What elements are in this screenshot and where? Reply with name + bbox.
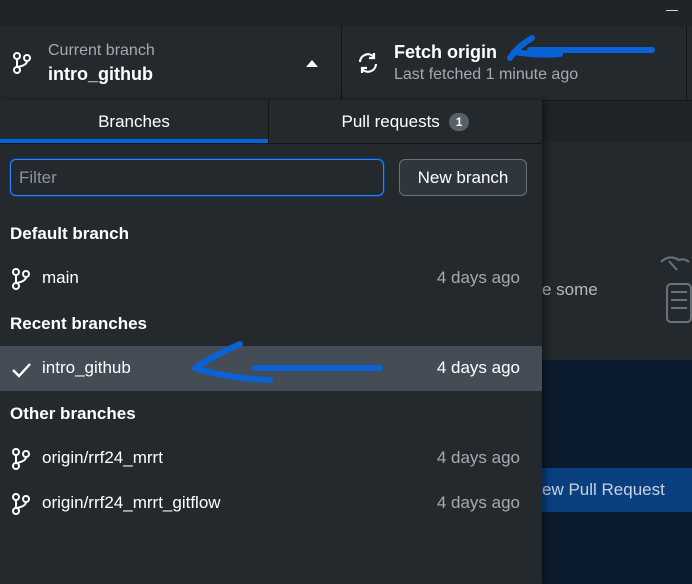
branch-time: 4 days ago xyxy=(436,448,520,467)
tab-branches-label: Branches xyxy=(98,111,170,131)
title-bar xyxy=(0,0,692,26)
toolbar-overflow xyxy=(686,26,692,100)
current-branch-label: Current branch xyxy=(48,42,155,59)
branch-icon xyxy=(12,268,30,290)
branch-icon xyxy=(13,52,31,74)
current-branch-name: intro_github xyxy=(48,64,153,84)
fetch-origin-title: Fetch origin xyxy=(394,42,497,62)
branch-row-main[interactable]: main 4 days ago xyxy=(0,256,542,301)
tab-pull-requests[interactable]: Pull requests 1 xyxy=(269,100,542,143)
pull-request-count-badge: 1 xyxy=(448,112,470,131)
new-branch-button[interactable]: New branch xyxy=(399,159,527,196)
branch-name: intro_github xyxy=(42,358,131,377)
annotation-arrow-icon xyxy=(192,341,383,383)
tab-bar: Branches Pull requests 1 xyxy=(0,100,542,144)
caret-up-icon xyxy=(306,60,318,67)
branch-icon xyxy=(12,493,30,515)
repository-tab-bar xyxy=(542,100,692,143)
tab-pull-requests-label: Pull requests xyxy=(341,111,440,131)
view-pull-request-label: ew Pull Request xyxy=(542,480,665,499)
filter-input[interactable] xyxy=(10,159,384,196)
minimize-icon[interactable] xyxy=(664,2,680,18)
branch-name: main xyxy=(42,268,79,287)
branch-time: 4 days ago xyxy=(436,493,520,512)
sync-icon xyxy=(358,53,378,73)
branch-name: origin/rrf24_mrrt_gitflow xyxy=(42,493,221,512)
current-branch-button[interactable]: Current branch intro_github xyxy=(0,26,340,100)
branch-row-origin-rrf24-mrrt[interactable]: origin/rrf24_mrrt 4 days ago xyxy=(0,436,542,481)
background-partial-text: e some xyxy=(542,280,598,299)
branch-name: origin/rrf24_mrrt xyxy=(42,448,163,467)
branch-time: 4 days ago xyxy=(436,268,520,287)
check-icon xyxy=(12,363,31,378)
other-branches-header: Other branches xyxy=(10,404,136,423)
annotation-arrow-icon xyxy=(507,35,655,61)
recent-branches-header: Recent branches xyxy=(10,314,147,333)
branch-time: 4 days ago xyxy=(436,358,520,377)
branch-row-origin-rrf24-mrrt-gitflow[interactable]: origin/rrf24_mrrt_gitflow 4 days ago xyxy=(0,481,542,526)
branch-icon xyxy=(12,448,30,470)
default-branch-header: Default branch xyxy=(10,224,130,243)
illustration-icon xyxy=(660,256,692,323)
tab-branches[interactable]: Branches xyxy=(0,100,269,143)
